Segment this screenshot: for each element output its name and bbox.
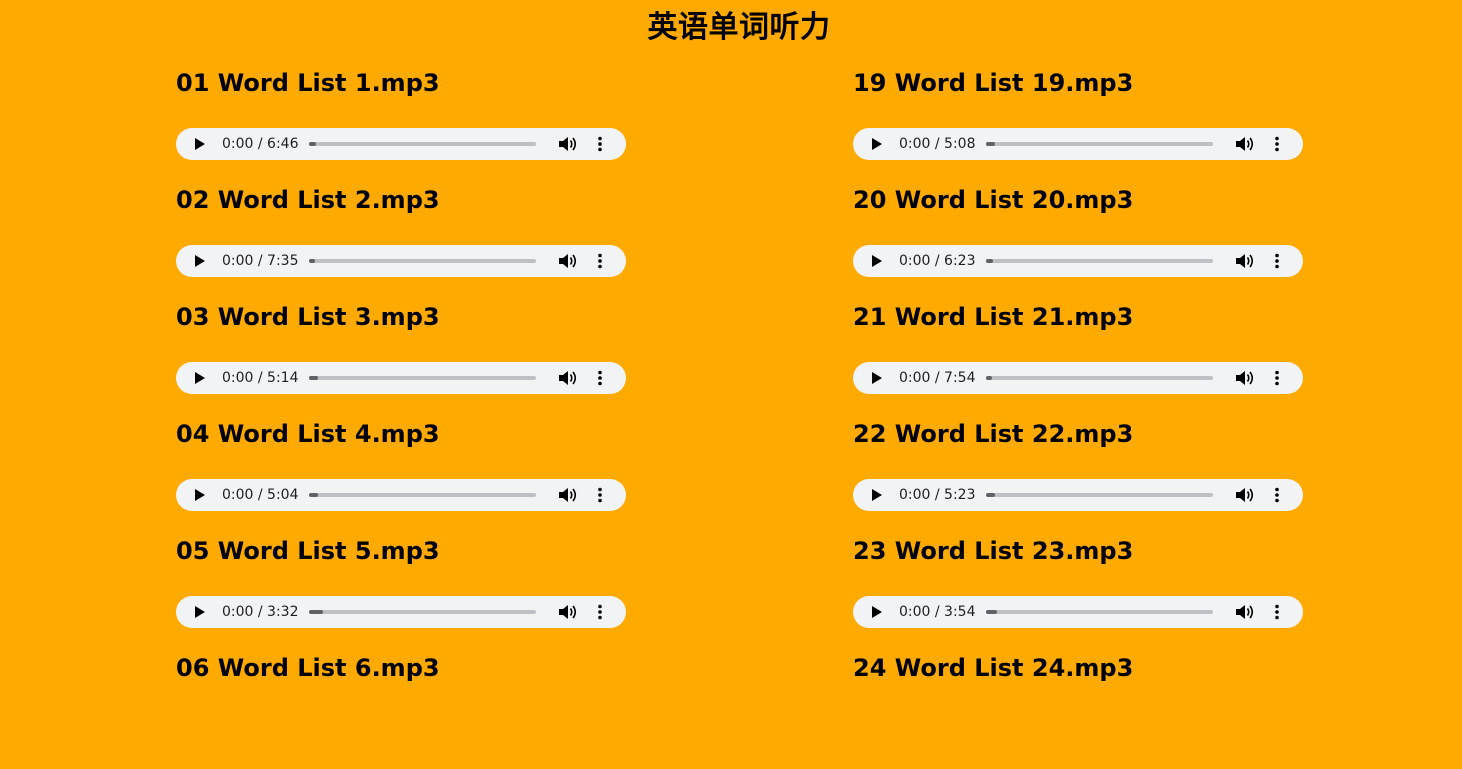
audio-track-item: 02 Word List 2.mp3 0:00 / 7:35 — [176, 184, 636, 301]
seek-slider[interactable] — [309, 493, 536, 497]
page-title: 英语单词听力 — [647, 10, 831, 45]
more-options-icon[interactable] — [592, 487, 608, 503]
audio-player[interactable]: 0:00 / 3:54 — [853, 596, 1303, 628]
more-options-icon[interactable] — [1269, 487, 1285, 503]
track-title: 21 Word List 21.mp3 — [853, 303, 1134, 331]
time-display: 0:00 / 6:23 — [899, 253, 976, 269]
seek-progress — [309, 376, 318, 380]
volume-icon[interactable] — [558, 136, 578, 152]
volume-icon[interactable] — [1235, 136, 1255, 152]
seek-slider[interactable] — [986, 259, 1213, 263]
seek-progress — [309, 142, 316, 146]
track-column-right: 19 Word List 19.mp3 0:00 / 5:08 20 Word Li… — [853, 67, 1313, 769]
more-options-icon[interactable] — [1269, 604, 1285, 620]
seek-slider[interactable] — [309, 259, 536, 263]
volume-icon[interactable] — [1235, 253, 1255, 269]
more-options-icon[interactable] — [1269, 370, 1285, 386]
time-display: 0:00 / 5:04 — [222, 487, 299, 503]
play-icon[interactable] — [872, 489, 882, 501]
audio-player[interactable]: 0:00 / 6:46 — [176, 128, 626, 160]
seek-slider[interactable] — [309, 376, 536, 380]
volume-icon[interactable] — [558, 253, 578, 269]
seek-slider[interactable] — [309, 610, 536, 614]
play-icon[interactable] — [872, 255, 882, 267]
time-display: 0:00 / 6:46 — [222, 136, 299, 152]
track-title: 06 Word List 6.mp3 — [176, 654, 440, 682]
seek-progress — [986, 493, 995, 497]
track-title: 03 Word List 3.mp3 — [176, 303, 440, 331]
track-title: 19 Word List 19.mp3 — [853, 69, 1134, 97]
more-options-icon[interactable] — [592, 136, 608, 152]
track-title: 22 Word List 22.mp3 — [853, 420, 1134, 448]
play-icon[interactable] — [195, 372, 205, 384]
volume-icon[interactable] — [558, 370, 578, 386]
more-options-icon[interactable] — [1269, 253, 1285, 269]
audio-track-item: 20 Word List 20.mp3 0:00 / 6:23 — [853, 184, 1313, 301]
audio-track-item: 05 Word List 5.mp3 0:00 / 3:32 — [176, 535, 636, 652]
play-icon[interactable] — [195, 489, 205, 501]
play-icon[interactable] — [195, 255, 205, 267]
seek-slider[interactable] — [986, 376, 1213, 380]
volume-icon[interactable] — [1235, 370, 1255, 386]
audio-track-item: 06 Word List 6.mp3 — [176, 652, 636, 769]
track-title: 04 Word List 4.mp3 — [176, 420, 440, 448]
track-column-left: 01 Word List 1.mp3 0:00 / 6:46 02 Word Lis… — [176, 67, 636, 769]
play-icon[interactable] — [195, 606, 205, 618]
more-options-icon[interactable] — [592, 370, 608, 386]
audio-track-item: 23 Word List 23.mp3 0:00 / 3:54 — [853, 535, 1313, 652]
play-icon[interactable] — [195, 138, 205, 150]
audio-player[interactable]: 0:00 / 7:35 — [176, 245, 626, 277]
audio-player[interactable]: 0:00 / 3:32 — [176, 596, 626, 628]
audio-track-item: 19 Word List 19.mp3 0:00 / 5:08 — [853, 67, 1313, 184]
seek-progress — [309, 259, 315, 263]
time-display: 0:00 / 3:32 — [222, 604, 299, 620]
audio-player[interactable]: 0:00 / 5:14 — [176, 362, 626, 394]
audio-player[interactable]: 0:00 / 7:54 — [853, 362, 1303, 394]
track-title: 05 Word List 5.mp3 — [176, 537, 440, 565]
time-display: 0:00 / 3:54 — [899, 604, 976, 620]
time-display: 0:00 / 5:23 — [899, 487, 976, 503]
audio-track-item: 01 Word List 1.mp3 0:00 / 6:46 — [176, 67, 636, 184]
seek-slider[interactable] — [986, 610, 1213, 614]
audio-track-item: 24 Word List 24.mp3 — [853, 652, 1313, 769]
volume-icon[interactable] — [558, 604, 578, 620]
audio-track-item: 21 Word List 21.mp3 0:00 / 7:54 — [853, 301, 1313, 418]
seek-slider[interactable] — [986, 142, 1213, 146]
time-display: 0:00 / 5:14 — [222, 370, 299, 386]
audio-player[interactable]: 0:00 / 6:23 — [853, 245, 1303, 277]
seek-progress — [309, 610, 323, 614]
audio-player[interactable]: 0:00 / 5:04 — [176, 479, 626, 511]
audio-track-item: 03 Word List 3.mp3 0:00 / 5:14 — [176, 301, 636, 418]
play-icon[interactable] — [872, 138, 882, 150]
seek-progress — [986, 259, 993, 263]
play-icon[interactable] — [872, 606, 882, 618]
audio-track-item: 22 Word List 22.mp3 0:00 / 5:23 — [853, 418, 1313, 535]
track-title: 02 Word List 2.mp3 — [176, 186, 440, 214]
more-options-icon[interactable] — [592, 604, 608, 620]
audio-player[interactable]: 0:00 / 5:08 — [853, 128, 1303, 160]
more-options-icon[interactable] — [1269, 136, 1285, 152]
time-display: 0:00 / 7:54 — [899, 370, 976, 386]
seek-progress — [986, 376, 992, 380]
volume-icon[interactable] — [558, 487, 578, 503]
track-title: 24 Word List 24.mp3 — [853, 654, 1134, 682]
time-display: 0:00 / 7:35 — [222, 253, 299, 269]
seek-slider[interactable] — [986, 493, 1213, 497]
seek-progress — [986, 610, 997, 614]
volume-icon[interactable] — [1235, 604, 1255, 620]
volume-icon[interactable] — [1235, 487, 1255, 503]
more-options-icon[interactable] — [592, 253, 608, 269]
time-display: 0:00 / 5:08 — [899, 136, 976, 152]
seek-progress — [986, 142, 995, 146]
play-icon[interactable] — [872, 372, 882, 384]
track-title: 23 Word List 23.mp3 — [853, 537, 1134, 565]
seek-progress — [309, 493, 318, 497]
track-title: 20 Word List 20.mp3 — [853, 186, 1134, 214]
audio-player[interactable]: 0:00 / 5:23 — [853, 479, 1303, 511]
seek-slider[interactable] — [309, 142, 536, 146]
track-title: 01 Word List 1.mp3 — [176, 69, 440, 97]
audio-track-item: 04 Word List 4.mp3 0:00 / 5:04 — [176, 418, 636, 535]
